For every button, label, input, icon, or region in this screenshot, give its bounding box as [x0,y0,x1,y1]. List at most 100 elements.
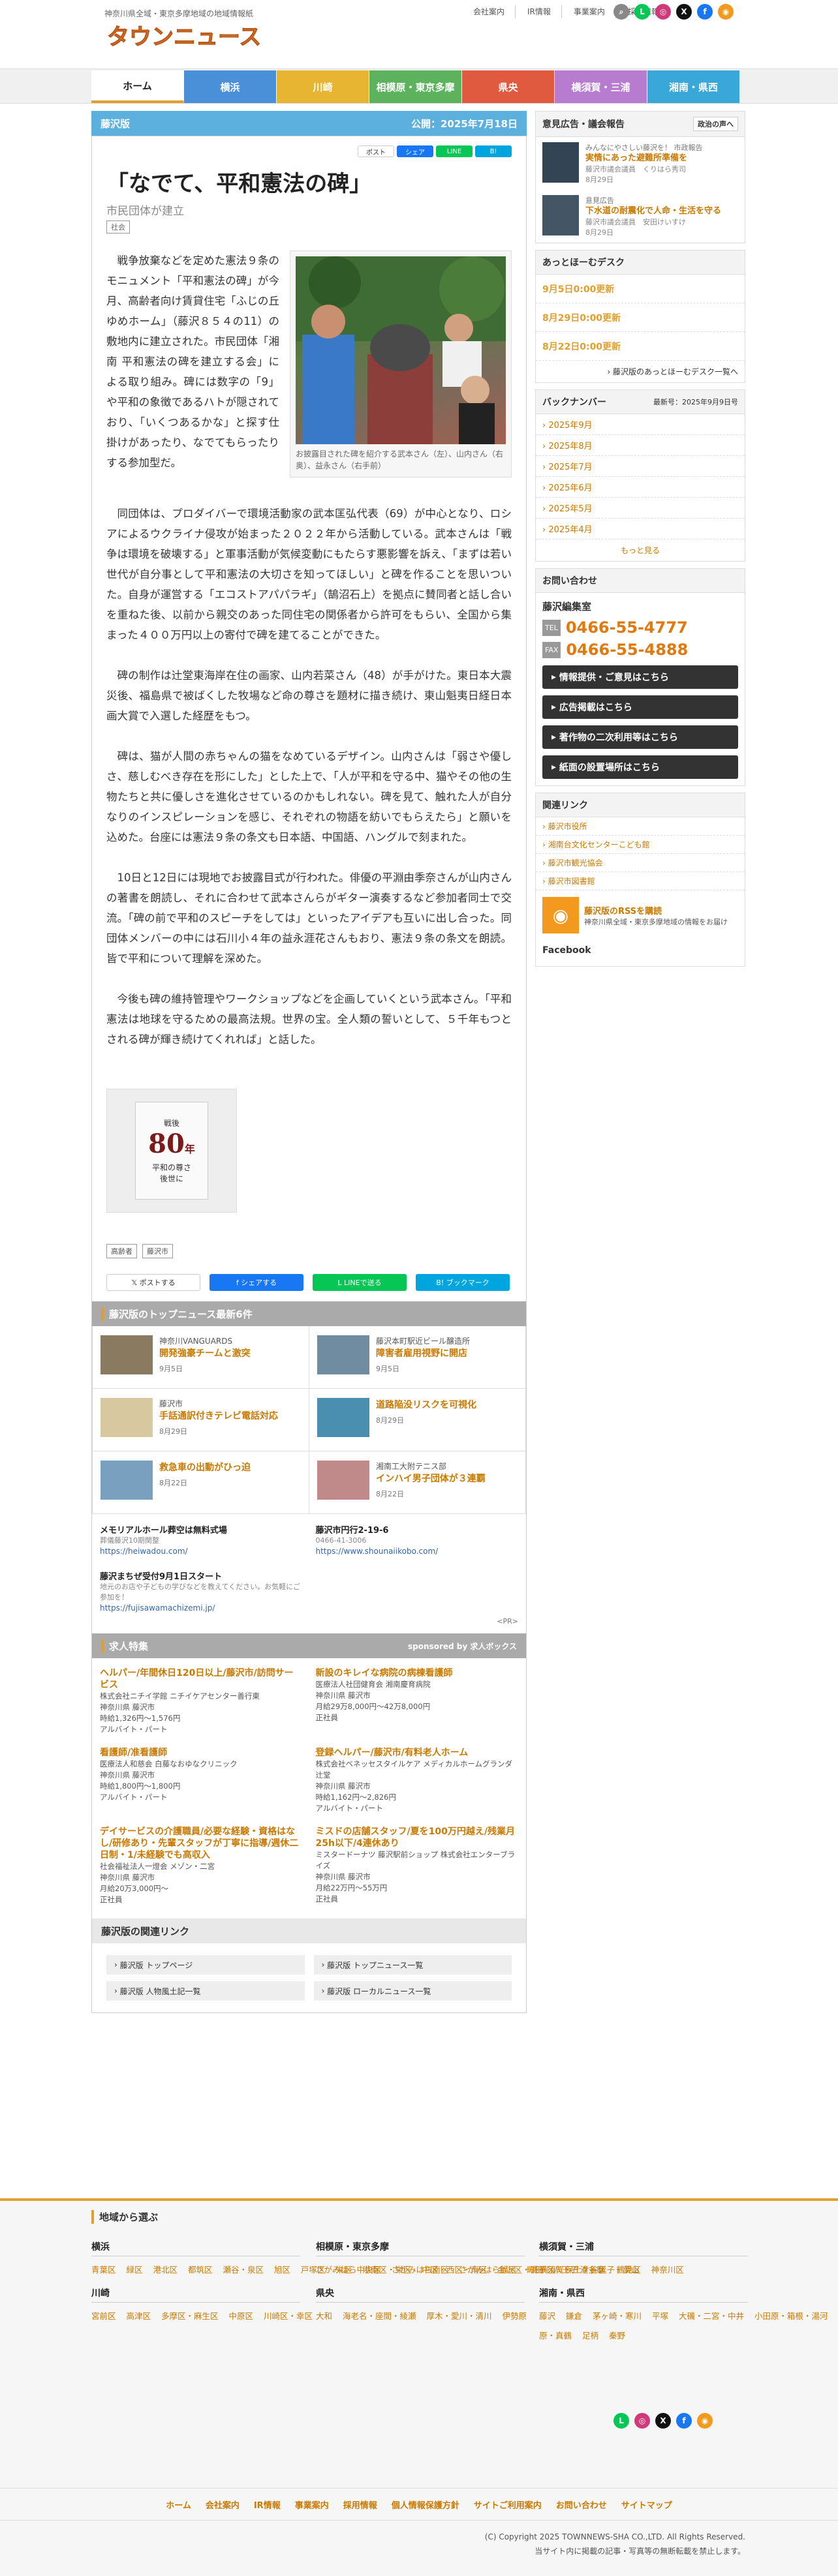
nav-tab[interactable]: 相模原・東京多摩 [369,70,462,103]
region-link[interactable]: 港北区 [153,2265,187,2275]
job-listing[interactable]: ヘルパー/年間休日120日以上/藤沢市/訪問サービス 株式会社ニチイ学館 ニチイケ… [100,1663,303,1743]
region-areas[interactable]: 横須賀・三浦 逗子・葉山 [539,2260,838,2280]
nav-tab[interactable]: 川崎 [277,70,369,103]
desk-more-link[interactable]: › 藤沢版のあっとほーむデスク一覧へ [536,361,745,382]
line-icon[interactable]: L [634,4,650,20]
ad-url[interactable]: https://heiwadou.com/ [100,1546,303,1556]
side-link[interactable]: › 藤沢市観光協会 [536,854,745,872]
backnumber-item[interactable]: › 2025年8月 [536,435,745,456]
peace-80-banner[interactable]: 戦後 80年 平和の尊さ 後世に [106,1089,237,1213]
desk-item[interactable]: 8月22日0:00更新 [536,332,745,361]
tel-number[interactable]: 0466-55-4777 [566,618,688,637]
footer-nav-link[interactable]: サイトマップ [621,2498,672,2511]
nav-tab[interactable]: 県央 [462,70,555,103]
side-link[interactable]: › 藤沢市役所 [536,817,745,836]
region-link[interactable]: 瀬谷・泉区 [223,2265,273,2275]
x-icon[interactable]: X [676,4,692,20]
region-link[interactable]: 厚木・愛川・清川 [426,2311,502,2321]
line-icon[interactable]: L [613,2413,629,2429]
footer-nav-link[interactable]: ホーム [166,2498,191,2511]
opinion-item[interactable]: みんなにやさしい藤沢を！ 市政報告 実情にあった避難所準備を 藤沢市議会議員 くりは… [536,137,745,190]
facebook-icon[interactable]: f [697,4,713,20]
nav-tab[interactable]: 横浜 [184,70,277,103]
region-link[interactable]: 大和 [316,2311,343,2321]
facebook-icon[interactable]: f [676,2413,692,2429]
region-link[interactable]: 高津区 [126,2311,161,2321]
top-news-item[interactable]: 道路陥没リスクを可視化 8月29日 [309,1389,526,1451]
top-news-item[interactable]: 湘南工大附テニス部 インハイ男子団体が３連覇 8月22日 [309,1451,526,1514]
rss-icon[interactable]: ◉ [718,4,734,20]
backnumber-item[interactable]: › 2025年5月 [536,498,745,519]
region-link[interactable]: 川崎区・幸区 [264,2311,313,2321]
job-listing[interactable]: ミスドの店舗スタッフ/夏を100万円越え/残業月25h以下/4連休あり ミスタード… [316,1822,519,1913]
region-link[interactable]: さがみはら中央区 [316,2265,392,2275]
rss-subscribe[interactable]: ◉ 藤沢版のRSSを購読 神奈川県全域・東京多摩地域の情報をお届け [536,890,745,940]
info-submit-button[interactable]: ▸ 情報提供・ご意見はこちら [542,665,738,689]
region-link[interactable]: さがみはら緑区 [459,2265,526,2275]
desk-item[interactable]: 8月29日0:00更新 [536,303,745,332]
job-listing[interactable]: デイサービスの介護職員/必要な経験・資格はなし/研修あり・先輩スタッフが丁寧に指… [100,1822,303,1913]
instagram-icon[interactable]: ◎ [634,2413,650,2429]
article-photo[interactable] [296,256,506,444]
top-news-item[interactable]: 救急車の出動がひっ迫 8月22日 [93,1451,309,1514]
region-link[interactable]: 宮前区 [91,2311,126,2321]
related-link[interactable]: › 藤沢版 トップニュース一覧 [313,1955,512,1975]
bookmark-button[interactable]: B! ブックマーク [416,1274,510,1291]
region-link[interactable]: 海老名・座間・綾瀬 [343,2311,426,2321]
ad-url[interactable]: https://www.shounaiikobo.com/ [316,1546,519,1556]
backnumber-item[interactable]: › 2025年6月 [536,477,745,498]
backnumber-item[interactable]: › 2025年9月 [536,414,745,435]
x-icon[interactable]: X [655,2413,671,2429]
region-link[interactable]: 伊勢原 [502,2311,527,2321]
related-link[interactable]: › 藤沢版 トップページ [106,1955,305,1975]
footer-nav-link[interactable]: 会社案内 [206,2498,240,2511]
footer-nav-link[interactable]: 個人情報保護方針 [392,2498,459,2511]
facebook-share-button[interactable]: f シェアする [210,1274,303,1291]
nav-tab[interactable]: 湘南・県西 [647,70,740,103]
line-mini-button[interactable]: LINE [436,145,473,157]
job-listing[interactable]: 新設のキレイな病院の病棟看護師 医療法人社団健育会 湘南慶育病院 神奈川県 藤沢市月… [316,1663,519,1743]
top-news-item[interactable]: 藤沢本町駅近ビール醸造所 障害者雇用視野に開店 9月5日 [309,1326,526,1389]
backnumber-more[interactable]: もっと見る [536,539,745,561]
share-mini-button[interactable]: シェア [397,145,433,157]
company-link[interactable]: 会社案内 [473,5,516,18]
region-link[interactable]: 逗子・葉山 [598,2265,640,2275]
job-listing[interactable]: 看護師/准看護師 医療法人和慈会 白藤なおゆなクリニック 神奈川県 藤沢市 時給1,8… [100,1743,303,1822]
ad-block[interactable]: メモリアルホール葬空は無料式場 葬儀藤沢10期関整 https://heiwad… [100,1523,303,1556]
ad-block[interactable]: 藤沢まちぜ受付9月1日スタート 地元のお店や子どもの学びなどを教えてください。お… [100,1569,303,1613]
region-link[interactable]: 秦野 [609,2331,625,2341]
rss-icon[interactable]: ◉ [697,2413,713,2429]
top-news-item[interactable]: 藤沢市 手話通訳付きテレビ電話対応 8月29日 [93,1389,309,1451]
politics-button[interactable]: 政治の声へ [693,117,738,131]
region-link[interactable]: 青葉区 [91,2265,126,2275]
region-link[interactable]: 藤沢 [539,2311,566,2321]
region-link[interactable]: 多摩区・麻生区 [161,2311,228,2321]
instagram-icon[interactable]: ◎ [655,4,671,20]
nav-tab[interactable]: 横須賀・三浦 [555,70,647,103]
article-tag[interactable]: 社会 [106,220,130,234]
region-link[interactable]: 都筑区 [188,2265,223,2275]
ad-placement-button[interactable]: ▸ 広告掲載はこちら [542,695,738,719]
region-link[interactable]: 鎌倉 [566,2311,593,2321]
bookmark-mini-button[interactable]: B! [475,145,512,157]
region-areas[interactable]: 藤沢 鎌倉 茅ヶ崎・寒川 平塚 大磯・二宮・中井 小田原・箱根・湯河原・真鶴 足… [539,2307,838,2346]
post-mini-button[interactable]: ポスト [358,145,394,157]
side-link[interactable]: › 湘南台文化センターこども館 [536,836,745,854]
site-logo[interactable]: タウンニュース [104,18,277,52]
distribution-places-button[interactable]: ▸ 紙面の設置場所はこちら [542,755,738,779]
opinion-item[interactable]: 意見広告 下水道の耐震化で人命・生活を守る 藤沢市議会議員 安田けいすけ 8月29日 [536,190,745,243]
backnumber-item[interactable]: › 2025年7月 [536,456,745,477]
region-link[interactable]: さがみはら南区 [392,2265,459,2275]
post-button[interactable]: 𝕏 ポストする [106,1274,200,1291]
region-link[interactable]: 大磯・二宮・中井 [679,2311,754,2321]
region-link[interactable]: 旭区 [274,2265,301,2275]
tag-link[interactable]: 藤沢市 [142,1244,173,1258]
region-link[interactable]: 足柄 [582,2331,609,2341]
footer-nav-link[interactable]: サイトご利用案内 [474,2498,542,2511]
line-send-button[interactable]: L LINEで送る [313,1274,407,1291]
footer-nav-link[interactable]: 採用情報 [343,2498,377,2511]
business-link[interactable]: 事業案内 [574,5,616,18]
ad-block[interactable]: 藤沢市円行2-19-6 0466-41-3006 https://www.sho… [316,1523,519,1556]
top-news-item[interactable]: 神奈川VANGUARDS 開発強豪チームと激突 9月5日 [93,1326,309,1389]
copyright-use-button[interactable]: ▸ 著作物の二次利用等はこちら [542,725,738,749]
